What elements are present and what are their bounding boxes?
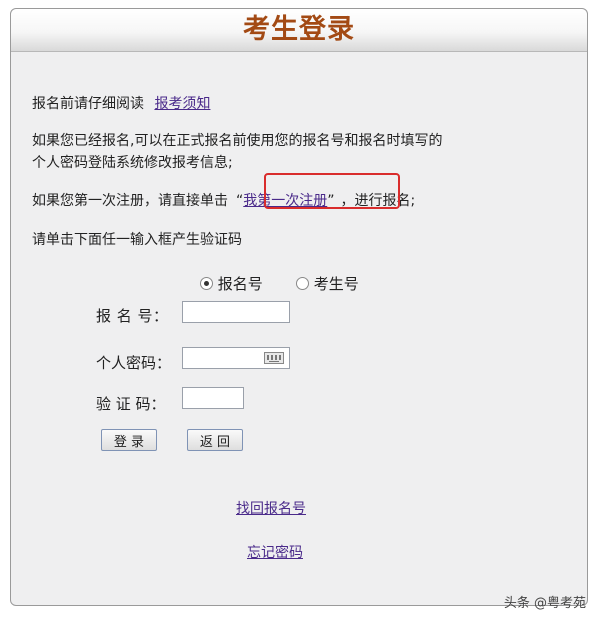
page-title: 考生登录 xyxy=(243,14,355,45)
forgot-password-link[interactable]: 忘记密码 xyxy=(247,545,303,561)
exam-notice-link[interactable]: 报考须知 xyxy=(154,96,210,112)
notice-line: 报名前请仔细阅读 报考须知 xyxy=(32,93,210,113)
password-label: 个人密码： xyxy=(96,354,172,372)
info-line-2: 个人密码登陆系统修改报考信息; xyxy=(32,155,233,171)
reg-no-input[interactable] xyxy=(182,301,290,323)
register-prefix: 如果您第一次注册，请直接单击 xyxy=(32,193,228,209)
radio-option-exam-no[interactable]: 考生号 xyxy=(296,273,359,294)
back-button[interactable]: 返 回 xyxy=(187,429,243,451)
panel-header: 考生登录 xyxy=(11,9,587,52)
radio-exam-no[interactable] xyxy=(296,277,309,290)
radio-reg-no[interactable] xyxy=(200,277,213,290)
radio-exam-no-label: 考生号 xyxy=(313,275,359,293)
radio-option-reg-no[interactable]: 报名号 xyxy=(200,273,263,294)
find-reg-no-link[interactable]: 找回报名号 xyxy=(236,501,306,517)
notice-text: 报名前请仔细阅读 xyxy=(32,96,144,112)
info-line-1: 如果您已经报名,可以在正式报名前使用您的报名号和报名时填写的 xyxy=(32,133,443,149)
watermark: 头条 @粤考苑 xyxy=(503,596,586,611)
find-reg-no-row: 找回报名号 xyxy=(236,498,306,518)
radio-reg-no-label: 报名号 xyxy=(217,275,263,293)
login-button[interactable]: 登 录 xyxy=(101,429,157,451)
highlight-box xyxy=(264,173,400,209)
forgot-password-row: 忘记密码 xyxy=(247,542,303,562)
captcha-input[interactable] xyxy=(182,387,244,409)
reg-no-label: 报 名 号： xyxy=(96,307,169,325)
instruction-text: 请单击下面任一输入框产生验证码 xyxy=(32,232,242,248)
captcha-label: 验 证 码： xyxy=(96,395,166,413)
keyboard-icon[interactable] xyxy=(264,352,284,364)
